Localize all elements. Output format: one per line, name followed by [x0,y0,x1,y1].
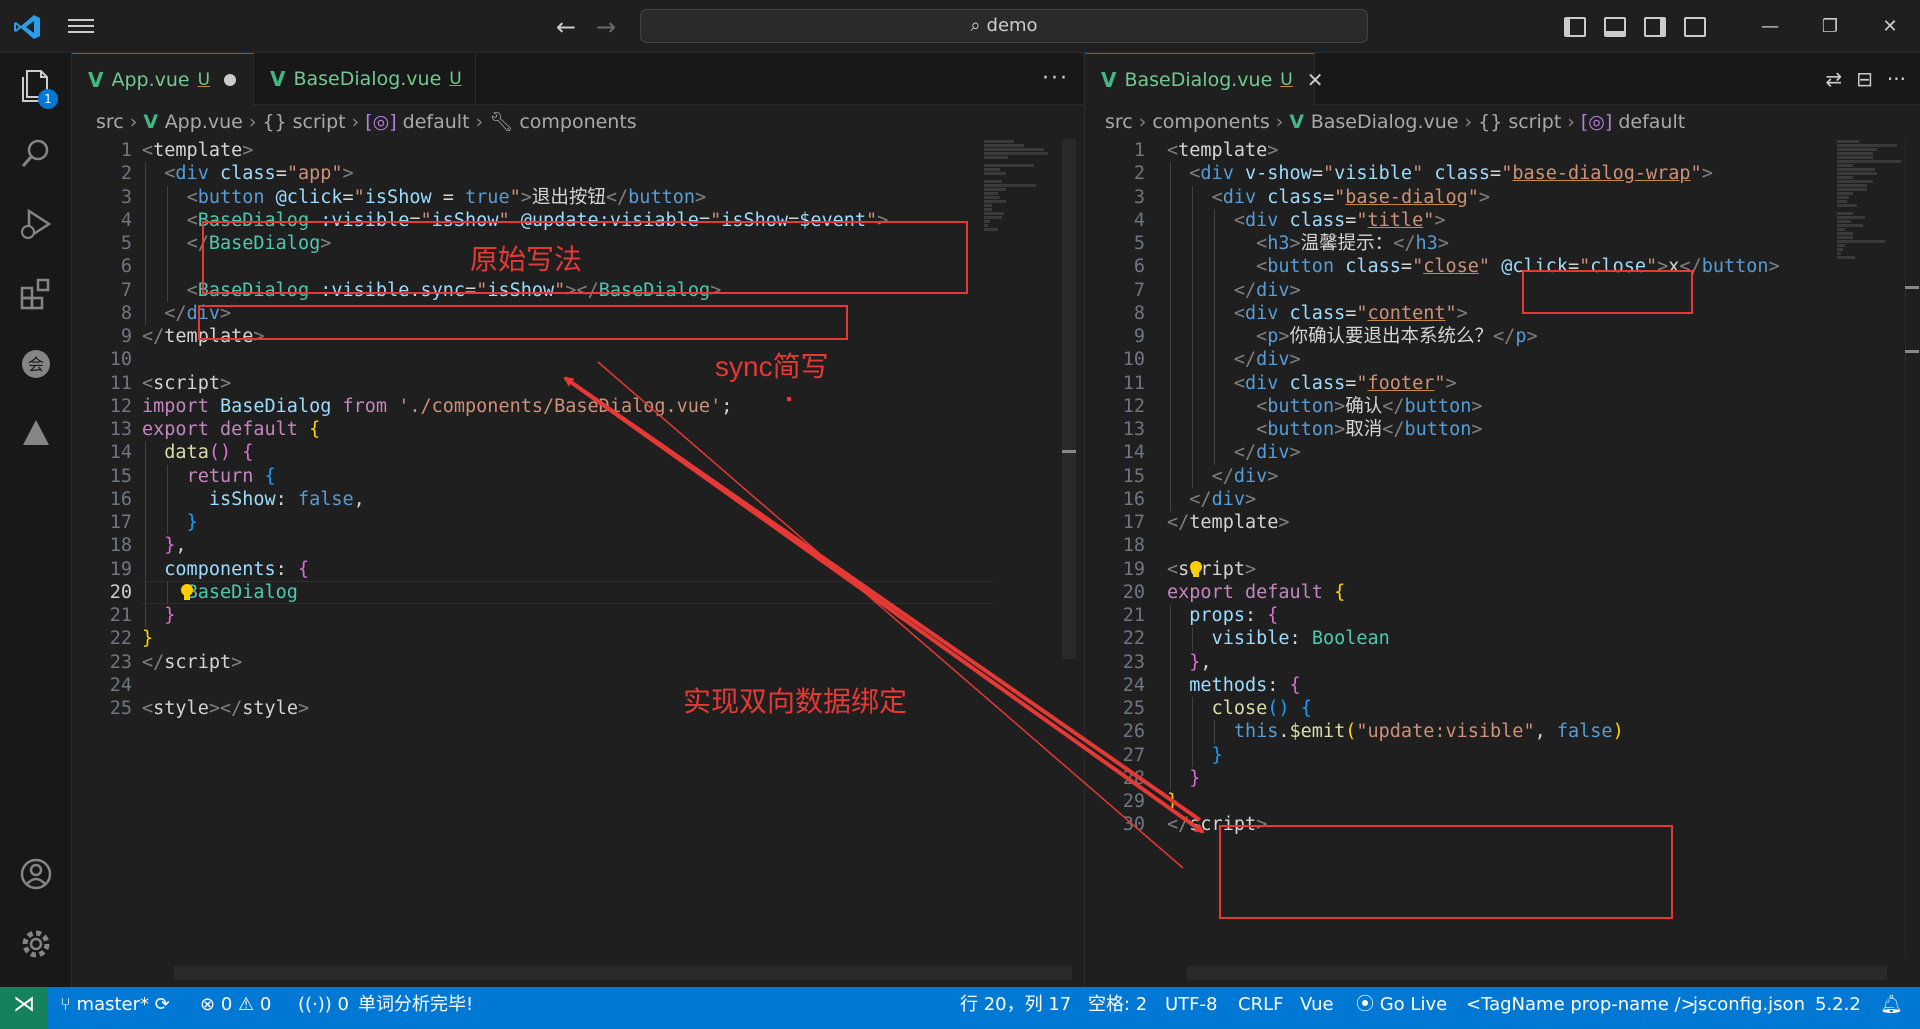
line-ending[interactable]: CRLF [1238,987,1283,1029]
language-mode[interactable]: Vue [1300,987,1334,1029]
error-icon: ⊗ [200,994,221,1015]
encoding[interactable]: UTF-8 [1165,987,1217,1029]
cursor-position[interactable]: 行 20，列 17 [960,987,1071,1029]
status-bar: ⋊ ⑂ master* ⟳ ⊗ 0 ⚠ 0 ((·)) 0 单词分析完毕! 行 … [0,987,1920,1029]
broadcast-icon: ⦿ [1356,994,1380,1015]
status-message: 单词分析完毕! [358,994,474,1015]
indentation[interactable]: 空格: 2 [1088,987,1147,1029]
sync-icon: ⟳ [154,994,170,1015]
notifications-bell-icon[interactable]: 🔔︎ [1880,987,1903,1029]
go-live-label: Go Live [1379,994,1448,1015]
remote-indicator-icon[interactable]: ⋊ [0,987,48,1029]
tagname-indicator[interactable]: <TagName prop-name /> [1466,987,1696,1029]
thin-connector-line [597,361,1184,869]
problems-indicator[interactable]: ⊗ 0 ⚠ 0 [200,987,271,1029]
jsconfig-indicator[interactable]: jsconfig.json [1693,987,1805,1029]
warning-icon: ⚠ [238,994,260,1015]
go-live[interactable]: ⦿ Go Live [1356,987,1447,1029]
broadcast-icon: ((·)) [298,994,338,1015]
arrow-to-close-method [573,383,1205,834]
annotation-arrows [563,361,1205,869]
branch-label: master* [76,994,150,1015]
error-count: 0 [220,994,233,1015]
ts-version[interactable]: 5.2.2 [1815,987,1861,1029]
git-branch[interactable]: ⑂ master* ⟳ [60,987,170,1029]
warning-count: 0 [259,994,272,1015]
ports-indicator[interactable]: ((·)) 0 [298,987,349,1029]
ports-count: 0 [337,994,349,1015]
branch-icon: ⑂ [60,994,77,1015]
